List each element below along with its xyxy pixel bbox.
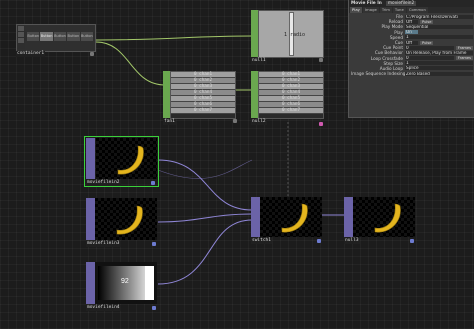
banana-graphic: [116, 205, 143, 235]
banana-graphic: [281, 203, 308, 233]
top-accent-bar: [86, 198, 95, 240]
channel-row: 0 chan7: [259, 108, 323, 114]
node-null1[interactable]: 1 radio null1: [251, 10, 324, 65]
viewer-flag[interactable]: [233, 119, 237, 123]
tab-trim[interactable]: Trim: [379, 7, 392, 13]
viewer-flag[interactable]: [410, 239, 414, 243]
cue-toggle[interactable]: Off: [405, 40, 418, 45]
node-label: container1: [16, 51, 46, 57]
top-accent-bar: [344, 197, 353, 237]
param-image-sequence-indexing: Image Sequence Indexing Zero Based: [349, 71, 474, 76]
node-label: null1: [251, 58, 267, 64]
audio-loop-menu[interactable]: Splice: [405, 66, 473, 71]
reload-toggle[interactable]: Off: [405, 19, 418, 24]
tab-tune[interactable]: Tune: [392, 7, 406, 13]
node-label: null2: [251, 119, 267, 125]
wire-container1-null1: [95, 35, 253, 41]
top-accent-bar: [86, 138, 95, 179]
cue-point-field[interactable]: 0: [405, 45, 454, 50]
chop-accent-bar: [163, 71, 170, 118]
tab-image[interactable]: Image: [362, 7, 379, 13]
speed-field[interactable]: 1: [405, 35, 473, 40]
node-fan1[interactable]: 0 chan1 0 chan2 0 chan3 0 chan4 0 chan5 …: [163, 71, 237, 126]
play-toggle[interactable]: On: [405, 30, 418, 35]
panel-op-name[interactable]: moviefilein2: [385, 1, 417, 6]
node-label: fan1: [163, 119, 176, 125]
panel-header: Movie File In moviefilein2: [349, 0, 474, 7]
wire-crossing: [157, 159, 253, 179]
node-container1[interactable]: Button Button Button Button Button conta…: [16, 24, 96, 58]
container-button-4[interactable]: Button: [67, 32, 80, 41]
file-path-field[interactable]: C:/Program Files/Derivati: [405, 14, 473, 19]
container-button-5[interactable]: Button: [80, 32, 94, 41]
step-size-field[interactable]: 1: [405, 61, 473, 66]
image-sequence-indexing-menu[interactable]: Zero Based: [405, 71, 473, 76]
channel-row: 0 chan7: [171, 108, 235, 114]
loop-crossfade-unit[interactable]: Frames: [455, 56, 473, 61]
preview-image: [96, 138, 157, 179]
param-list: File C:/Program Files/Derivati Reload Of…: [349, 13, 474, 76]
node-moviefilein3[interactable]: moviefilein3: [86, 198, 160, 250]
node-moviefilein4[interactable]: 92 moviefilein4: [86, 262, 160, 318]
viewer-flag[interactable]: [317, 239, 321, 243]
node-sidebar: [17, 25, 25, 49]
preview-image: 92: [95, 262, 157, 304]
chop-accent-bar: [251, 10, 258, 57]
node-label: moviefilein4: [86, 305, 121, 311]
banana-graphic: [117, 145, 144, 175]
preview-image: [353, 197, 415, 237]
node-label: null3: [344, 238, 360, 244]
param-label: Image Sequence Indexing: [351, 71, 405, 77]
node-label: switch1: [251, 238, 272, 244]
viewer-flag[interactable]: [152, 306, 156, 310]
viewer-flag[interactable]: [319, 58, 323, 62]
loop-crossfade-field[interactable]: 0: [405, 56, 454, 61]
wire-moviefilein4-switch1: [157, 219, 253, 285]
node-null2[interactable]: 0 chan1 0 chan2 0 chan3 0 chan4 0 chan5 …: [251, 71, 325, 129]
viewer-flag[interactable]: [90, 52, 94, 56]
chop-accent-bar: [251, 71, 258, 118]
banana-graphic: [374, 203, 401, 233]
container-button-row: Button Button Button Button Button: [27, 32, 94, 41]
tab-common[interactable]: Common: [406, 7, 428, 13]
channel-readout: 1 radio: [284, 32, 306, 38]
parameter-panel: Movie File In moviefilein2 Play Image Tr…: [348, 0, 474, 118]
node-null3[interactable]: null3: [344, 197, 418, 249]
container-button-2[interactable]: Button: [40, 32, 53, 41]
node-moviefilein2[interactable]: moviefilein2: [84, 136, 160, 190]
frame-readout: 92: [121, 278, 129, 285]
node-label: moviefilein2: [86, 180, 121, 186]
node-switch1[interactable]: switch1: [251, 197, 325, 249]
play-mode-menu[interactable]: Sequential: [405, 24, 473, 29]
node-label: moviefilein3: [86, 241, 121, 247]
container-button-3[interactable]: Button: [53, 32, 67, 41]
top-accent-bar: [86, 262, 95, 304]
container-button-1[interactable]: Button: [27, 32, 40, 41]
wire-container1-fan1: [95, 41, 166, 86]
panel-op-type: Movie File In: [351, 1, 382, 6]
viewer-flag[interactable]: [151, 181, 155, 185]
cue-behavior-menu[interactable]: On Release, Play from Frame: [405, 50, 473, 55]
viewer-flag[interactable]: [152, 242, 156, 246]
channel-list: 0 chan1 0 chan2 0 chan3 0 chan4 0 chan5 …: [258, 71, 324, 119]
cue-point-unit[interactable]: Frames: [455, 45, 473, 50]
wire-moviefilein3-switch1: [157, 213, 253, 223]
export-flag[interactable]: [319, 122, 323, 126]
reload-pulse-button[interactable]: Pulse: [420, 19, 434, 24]
top-accent-bar: [251, 197, 260, 237]
cue-pulse-button[interactable]: Pulse: [420, 40, 434, 45]
tab-play[interactable]: Play: [350, 7, 362, 13]
preview-image: [95, 198, 157, 240]
preview-image: [260, 197, 322, 237]
channel-list: 0 chan1 0 chan2 0 chan3 0 chan4 0 chan5 …: [170, 71, 236, 119]
